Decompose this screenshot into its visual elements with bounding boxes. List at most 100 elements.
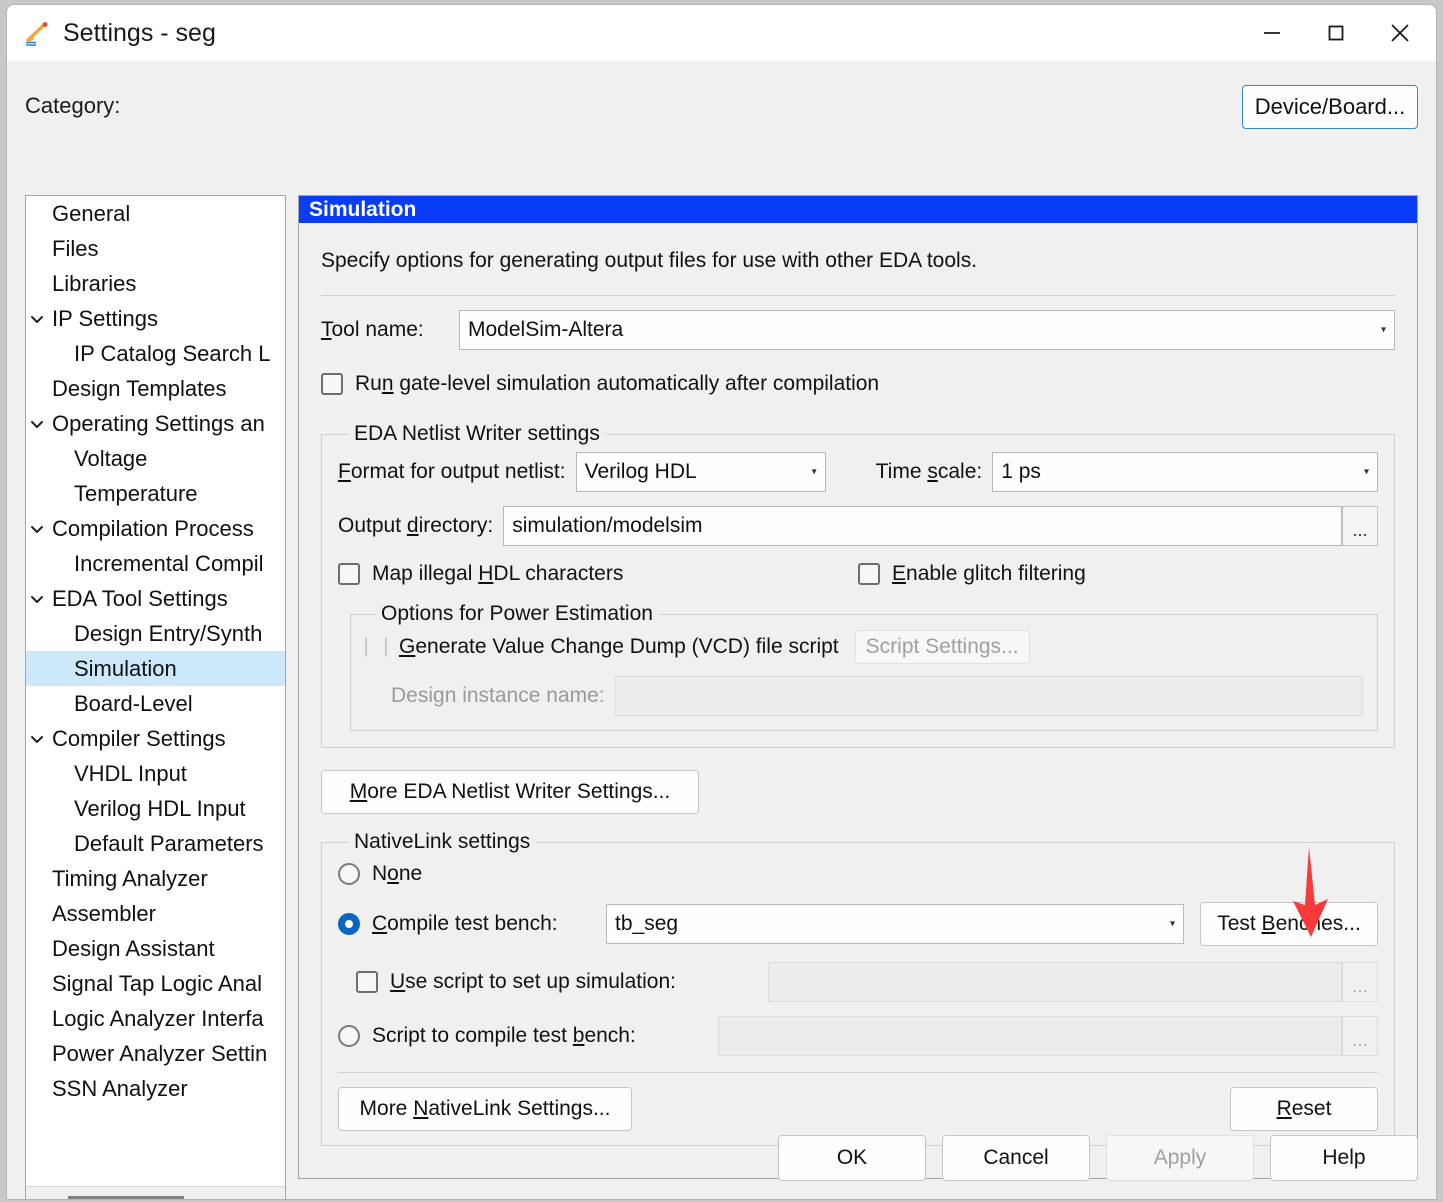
more-eda-netlist-writer-settings-button[interactable]: More EDA Netlist Writer Settings... <box>321 770 699 814</box>
device-board-button[interactable]: Device/Board... <box>1242 85 1418 129</box>
nativelink-divider <box>338 1072 1378 1073</box>
chevron-down-icon[interactable] <box>26 312 48 326</box>
script-compile-browse-button: ... <box>1342 1016 1378 1056</box>
sidebar-item-design-templates[interactable]: Design Templates <box>26 371 285 406</box>
more-nativelink-settings-button[interactable]: More NativeLink Settings... <box>338 1087 632 1131</box>
use-script-checkbox-row[interactable]: Use script to set up simulation: <box>356 970 768 994</box>
time-scale-combo[interactable]: 1 ps ▾ <box>992 452 1378 492</box>
chevron-down-icon: ▾ <box>1169 918 1175 930</box>
sidebar-item-label: Incremental Compil <box>74 550 264 576</box>
sidebar-item-design-entry-synth[interactable]: Design Entry/Synth <box>26 616 285 651</box>
sidebar-item-vhdl-input[interactable]: VHDL Input <box>26 756 285 791</box>
use-script-input <box>768 962 1342 1002</box>
test-benches-label: Test Benches... <box>1217 912 1361 935</box>
sidebar-item-assembler[interactable]: Assembler <box>26 896 285 931</box>
chevron-down-icon[interactable] <box>26 522 48 536</box>
map-illegal-label: Map illegal HDL characters <box>372 562 624 585</box>
generate-vcd-checkbox[interactable] <box>365 636 387 658</box>
sidebar-item-ip-catalog-search-l[interactable]: IP Catalog Search L <box>26 336 285 371</box>
nativelink-none-radio[interactable] <box>338 863 360 885</box>
sidebar-item-board-level[interactable]: Board-Level <box>26 686 285 721</box>
sidebar-item-label: Board-Level <box>74 690 193 716</box>
output-directory-row: Output directory: simulation/modelsim ..… <box>338 506 1378 546</box>
sidebar-item-ssn-analyzer[interactable]: SSN Analyzer <box>26 1071 285 1106</box>
compile-test-bench-radio[interactable] <box>338 913 360 935</box>
design-instance-input <box>614 676 1363 716</box>
sidebar-item-label: Assembler <box>52 900 156 926</box>
sidebar-item-label: Simulation <box>74 655 177 681</box>
sidebar-item-label: Files <box>52 235 99 261</box>
format-value: Verilog HDL <box>584 460 697 483</box>
sidebar-item-operating-settings-an[interactable]: Operating Settings an <box>26 406 285 441</box>
compile-test-bench-row: Compile test bench: tb_seg ▾ Test Benche… <box>338 902 1378 946</box>
script-compile-row: Script to compile test bench: ... <box>338 1016 1378 1056</box>
tree-scrollbar-thumb[interactable] <box>68 1196 184 1199</box>
use-script-label: Use script to set up simulation: <box>390 970 676 993</box>
category-tree-list[interactable]: General Files Libraries IP Settings IP Catal… <box>26 196 285 1186</box>
sidebar-item-simulation[interactable]: Simulation <box>26 651 285 686</box>
sidebar-item-design-assistant[interactable]: Design Assistant <box>26 931 285 966</box>
sidebar-item-verilog-hdl-input[interactable]: Verilog HDL Input <box>26 791 285 826</box>
glitch-filtering-checkbox[interactable] <box>858 563 880 585</box>
map-illegal-checkbox-row[interactable]: Map illegal HDL characters <box>338 562 858 586</box>
sidebar-item-timing-analyzer[interactable]: Timing Analyzer <box>26 861 285 896</box>
glitch-filtering-checkbox-row[interactable]: Enable glitch filtering <box>858 562 1086 586</box>
sidebar-item-logic-analyzer-interfa[interactable]: Logic Analyzer Interfa <box>26 1001 285 1036</box>
format-timescale-row: Format for output netlist: Verilog HDL ▾… <box>338 452 1378 492</box>
run-gate-level-checkbox-row[interactable]: Run gate-level simulation automatically … <box>321 372 1417 396</box>
sidebar-item-libraries[interactable]: Libraries <box>26 266 285 301</box>
sidebar-item-incremental-compil[interactable]: Incremental Compil <box>26 546 285 581</box>
map-illegal-checkbox[interactable] <box>338 563 360 585</box>
compile-test-bench-radio-row[interactable]: Compile test bench: <box>338 912 606 936</box>
panel-title: Simulation <box>299 196 1417 223</box>
close-icon[interactable] <box>1368 5 1432 61</box>
sidebar-item-label: Design Assistant <box>52 935 215 961</box>
use-script-browse-button: ... <box>1342 962 1378 1002</box>
tree-horizontal-scrollbar[interactable] <box>26 1186 285 1199</box>
script-compile-radio-row[interactable]: Script to compile test bench: <box>338 1024 718 1048</box>
vcd-checkbox-row[interactable]: Generate Value Change Dump (VCD) file sc… <box>365 635 839 659</box>
sidebar-item-default-parameters[interactable]: Default Parameters <box>26 826 285 861</box>
script-compile-radio[interactable] <box>338 1025 360 1047</box>
chevron-down-icon[interactable] <box>26 592 48 606</box>
sidebar-item-eda-tool-settings[interactable]: EDA Tool Settings <box>26 581 285 616</box>
sidebar-item-label: Verilog HDL Input <box>74 795 246 821</box>
sidebar-item-label: Power Analyzer Settin <box>52 1040 268 1066</box>
sidebar-item-general[interactable]: General <box>26 196 285 231</box>
compile-test-bench-combo[interactable]: tb_seg ▾ <box>606 904 1184 944</box>
chevron-down-icon[interactable] <box>26 417 48 431</box>
tool-name-row: Tool name: ModelSim-Altera ▾ <box>299 296 1417 350</box>
settings-dialog: Settings - seg Category: Device/Board...… <box>6 4 1437 1200</box>
output-directory-input[interactable]: simulation/modelsim <box>503 506 1342 546</box>
reset-button[interactable]: Reset <box>1230 1087 1378 1131</box>
maximize-icon[interactable] <box>1304 5 1368 61</box>
chevron-down-icon[interactable] <box>26 732 48 746</box>
sidebar-item-ip-settings[interactable]: IP Settings <box>26 301 285 336</box>
format-label: Format for output netlist: <box>338 460 566 483</box>
sidebar-item-power-analyzer-settin[interactable]: Power Analyzer Settin <box>26 1036 285 1071</box>
nativelink-none-radio-row[interactable]: None <box>338 862 1378 886</box>
ok-button[interactable]: OK <box>778 1135 926 1181</box>
dialog-footer: OK Cancel Apply Help <box>7 1135 1418 1181</box>
sidebar-item-compiler-settings[interactable]: Compiler Settings <box>26 721 285 756</box>
sidebar-item-compilation-process[interactable]: Compilation Process <box>26 511 285 546</box>
output-directory-browse-button[interactable]: ... <box>1342 506 1378 546</box>
test-benches-button[interactable]: Test Benches... <box>1200 902 1378 946</box>
chevron-down-icon: ▾ <box>811 466 817 478</box>
sidebar-item-voltage[interactable]: Voltage <box>26 441 285 476</box>
help-button[interactable]: Help <box>1270 1135 1418 1181</box>
use-script-checkbox[interactable] <box>356 971 378 993</box>
run-gate-level-checkbox[interactable] <box>321 373 343 395</box>
sidebar-item-signal-tap-logic-anal[interactable]: Signal Tap Logic Anal <box>26 966 285 1001</box>
script-compile-input <box>718 1016 1342 1056</box>
cancel-button[interactable]: Cancel <box>942 1135 1090 1181</box>
sidebar-item-files[interactable]: Files <box>26 231 285 266</box>
sidebar-item-label: IP Catalog Search L <box>74 340 271 366</box>
eda-netlist-writer-legend: EDA Netlist Writer settings <box>354 422 600 445</box>
tool-name-combo[interactable]: ModelSim-Altera ▾ <box>459 310 1395 350</box>
title-bar: Settings - seg <box>7 5 1436 61</box>
minimize-icon[interactable] <box>1240 5 1304 61</box>
format-combo[interactable]: Verilog HDL ▾ <box>575 452 826 492</box>
sidebar-item-temperature[interactable]: Temperature <box>26 476 285 511</box>
panel-description: Specify options for generating output fi… <box>321 249 978 272</box>
